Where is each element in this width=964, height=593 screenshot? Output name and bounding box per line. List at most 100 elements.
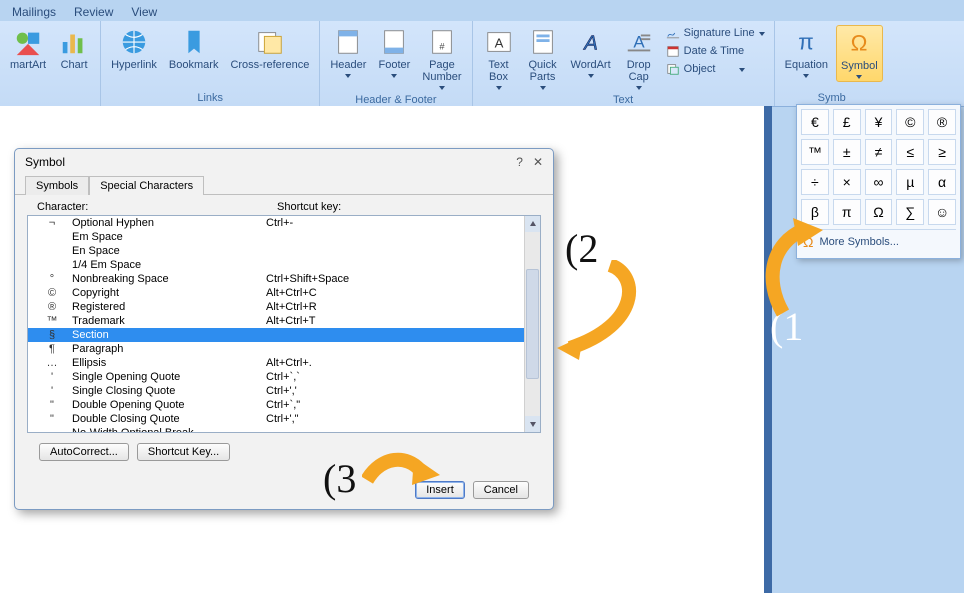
symbol-cell[interactable]: π [833, 199, 861, 225]
row-name: Single Closing Quote [72, 384, 266, 398]
row-symbol: ® [32, 300, 72, 314]
list-item[interactable]: No-Width Optional Break [28, 426, 524, 432]
shortcutkey-button[interactable]: Shortcut Key... [137, 443, 230, 461]
row-shortcut: Alt+Ctrl+C [266, 286, 520, 300]
symbol-cell[interactable]: ™ [801, 139, 829, 165]
row-shortcut [266, 328, 520, 342]
scroll-up-button[interactable] [525, 216, 540, 232]
globe-icon [119, 27, 149, 57]
symbol-cell[interactable]: ≠ [865, 139, 893, 165]
list-item[interactable]: °Nonbreaking SpaceCtrl+Shift+Space [28, 272, 524, 286]
textbox-button[interactable]: A Text Box [479, 25, 519, 92]
symbol-cell[interactable]: ∑ [896, 199, 924, 225]
tab-view[interactable]: View [129, 3, 159, 21]
symbol-label: Symbol [841, 60, 878, 72]
chevron-down-icon [540, 86, 546, 90]
scrollbar[interactable] [524, 216, 540, 432]
list-item[interactable]: En Space [28, 244, 524, 258]
list-item[interactable]: "Double Opening QuoteCtrl+`," [28, 398, 524, 412]
symbol-cell[interactable]: £ [833, 109, 861, 135]
scroll-thumb[interactable] [526, 269, 539, 379]
list-item[interactable]: ™TrademarkAlt+Ctrl+T [28, 314, 524, 328]
symbol-cell[interactable]: ≥ [928, 139, 956, 165]
crossref-button[interactable]: Cross-reference [226, 25, 313, 73]
symbol-cell[interactable]: × [833, 169, 861, 195]
row-name: Single Opening Quote [72, 370, 266, 384]
list-item[interactable]: ¬Optional HyphenCtrl+- [28, 216, 524, 230]
dialog-titlebar: Symbol ? ✕ [15, 149, 553, 175]
symbol-cell[interactable]: ¥ [865, 109, 893, 135]
insert-button[interactable]: Insert [415, 481, 465, 499]
list-item[interactable]: 'Single Closing QuoteCtrl+',' [28, 384, 524, 398]
row-shortcut: Alt+Ctrl+R [266, 300, 520, 314]
list-item[interactable]: §Section [28, 328, 524, 342]
symbol-cell[interactable]: © [896, 109, 924, 135]
symbol-cell[interactable]: ∞ [865, 169, 893, 195]
row-name: Nonbreaking Space [72, 272, 266, 286]
chart-button[interactable]: Chart [54, 25, 94, 73]
svg-text:#: # [439, 42, 445, 52]
symbol-cell[interactable]: α [928, 169, 956, 195]
bookmark-button[interactable]: Bookmark [165, 25, 223, 73]
hyperlink-button[interactable]: Hyperlink [107, 25, 161, 73]
dropcap-button[interactable]: A Drop Cap [619, 25, 659, 92]
tab-symbols[interactable]: Symbols [25, 176, 89, 195]
row-name: Ellipsis [72, 356, 266, 370]
list-item[interactable]: "Double Closing QuoteCtrl+'," [28, 412, 524, 426]
symbol-cell[interactable]: Ω [865, 199, 893, 225]
ribbon: martArt Chart Hyperlink Bookmark Cross-r… [0, 21, 964, 107]
row-symbol [32, 230, 72, 244]
symbol-button[interactable]: Ω Symbol [836, 25, 883, 82]
row-name: 1/4 Em Space [72, 258, 266, 272]
list-item[interactable]: Em Space [28, 230, 524, 244]
autocorrect-button[interactable]: AutoCorrect... [39, 443, 129, 461]
object-button[interactable]: Object [663, 61, 768, 77]
more-symbols-item[interactable]: Ω More Symbols... [801, 229, 956, 254]
character-list: ¬Optional HyphenCtrl+-Em SpaceEn Space1/… [27, 215, 541, 433]
symbol-cell[interactable]: ≤ [896, 139, 924, 165]
symbol-cell[interactable]: € [801, 109, 829, 135]
sigline-button[interactable]: Signature Line [663, 25, 768, 41]
chevron-down-icon [439, 86, 445, 90]
list-item[interactable]: 1/4 Em Space [28, 258, 524, 272]
symbol-cell[interactable]: β [801, 199, 829, 225]
chevron-down-icon [636, 86, 642, 90]
header-character: Character: [37, 201, 277, 213]
list-item[interactable]: 'Single Opening QuoteCtrl+`,` [28, 370, 524, 384]
symbol-cell[interactable]: ® [928, 109, 956, 135]
quickparts-label: Quick Parts [528, 59, 556, 83]
annotation-2: (2 [565, 225, 598, 272]
close-button[interactable]: ✕ [533, 155, 543, 169]
equation-button[interactable]: π Equation [781, 25, 832, 82]
tab-mailings[interactable]: Mailings [10, 3, 58, 21]
list-item[interactable]: ®RegisteredAlt+Ctrl+R [28, 300, 524, 314]
row-name: Section [72, 328, 266, 342]
dropcap-icon: A [624, 27, 654, 57]
smartart-button[interactable]: martArt [6, 25, 50, 73]
row-name: Optional Hyphen [72, 216, 266, 230]
quickparts-button[interactable]: Quick Parts [523, 25, 563, 92]
row-symbol: " [32, 412, 72, 426]
wordart-button[interactable]: A WordArt [567, 25, 615, 92]
annotation-1: (1 [770, 303, 803, 350]
list-item[interactable]: …EllipsisAlt+Ctrl+. [28, 356, 524, 370]
symbol-cell[interactable]: ÷ [801, 169, 829, 195]
symbol-cell[interactable]: ☺ [928, 199, 956, 225]
scroll-down-button[interactable] [525, 416, 540, 432]
cancel-button[interactable]: Cancel [473, 481, 529, 499]
tab-special-characters[interactable]: Special Characters [89, 176, 204, 195]
row-name: En Space [72, 244, 266, 258]
pagenumber-button[interactable]: # Page Number [418, 25, 465, 92]
list-item[interactable]: ©CopyrightAlt+Ctrl+C [28, 286, 524, 300]
symbol-cell[interactable]: ± [833, 139, 861, 165]
datetime-button[interactable]: Date & Time [663, 43, 768, 59]
svg-text:A: A [582, 32, 598, 55]
pagenumber-icon: # [427, 27, 457, 57]
list-item[interactable]: ¶Paragraph [28, 342, 524, 356]
tab-review[interactable]: Review [72, 3, 115, 21]
header-button[interactable]: Header [326, 25, 370, 92]
footer-button[interactable]: Footer [374, 25, 414, 92]
symbol-cell[interactable]: µ [896, 169, 924, 195]
help-button[interactable]: ? [516, 155, 523, 169]
row-name: Em Space [72, 230, 266, 244]
